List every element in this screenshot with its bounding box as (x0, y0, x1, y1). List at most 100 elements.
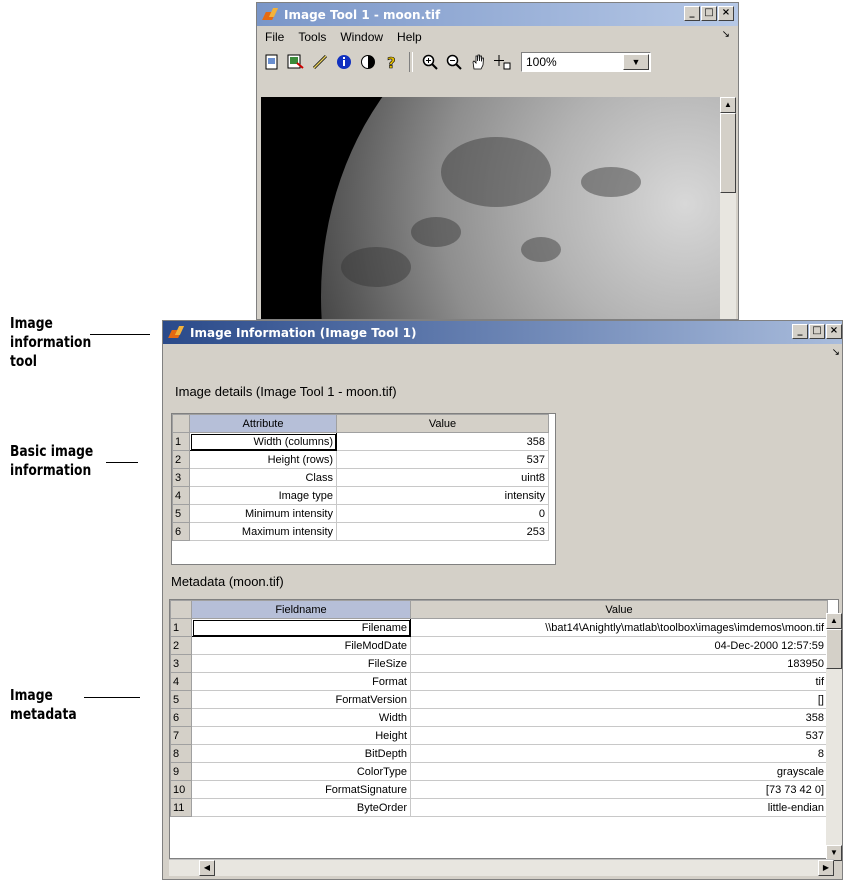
export-icon[interactable] (287, 53, 305, 71)
value-cell[interactable]: 358 (410, 708, 828, 727)
value-cell[interactable]: intensity (336, 486, 549, 505)
value-cell[interactable]: 253 (336, 522, 549, 541)
close-button[interactable]: × (718, 6, 734, 21)
table-row[interactable]: 1 Width (columns) 358 (172, 432, 549, 451)
menu-tools[interactable]: Tools (298, 30, 326, 44)
table-row[interactable]: 2 FileModDate 04-Dec-2000 12:57:59 (170, 636, 828, 655)
value-column-header[interactable]: Value (336, 414, 549, 433)
value-cell[interactable]: tif (410, 672, 828, 691)
fieldname-cell[interactable]: FormatSignature (191, 780, 411, 799)
contrast-icon[interactable] (359, 53, 377, 71)
row-number: 5 (170, 690, 192, 709)
row-number: 6 (170, 708, 192, 727)
table-row[interactable]: 6 Width 358 (170, 708, 828, 727)
fieldname-cell[interactable]: FileModDate (191, 636, 411, 655)
table-row[interactable]: 5 FormatVersion[] (170, 690, 828, 709)
table-row[interactable]: 5 Minimum intensity 0 (172, 504, 549, 523)
scroll-up-icon[interactable]: ▲ (826, 613, 842, 629)
table-row[interactable]: 4 Format tif (170, 672, 828, 691)
zoom-level-select[interactable]: 100% ▼ (521, 52, 651, 72)
chevron-down-icon[interactable]: ▼ (623, 54, 649, 70)
info-window-title: Image Information (Image Tool 1) (190, 325, 417, 340)
metadata-table[interactable]: Fieldname Value 1 Filename \\bat14\Anightl… (169, 599, 839, 859)
image-tool-titlebar[interactable]: Image Tool 1 - moon.tif _ □ × (257, 3, 738, 26)
attribute-column-header[interactable]: Attribute (189, 414, 337, 433)
attribute-cell[interactable]: Height (rows) (189, 450, 337, 469)
row-number-header (172, 414, 190, 433)
dock-arrow-icon[interactable]: ↘ (832, 347, 840, 358)
attribute-cell[interactable]: Width (columns) (189, 432, 337, 451)
menu-file[interactable]: File (265, 30, 284, 44)
maximize-button[interactable]: □ (701, 6, 717, 21)
value-cell[interactable]: 8 (410, 744, 828, 763)
minimize-button[interactable]: _ (792, 324, 808, 339)
value-cell[interactable]: [73 73 42 0] (410, 780, 828, 799)
zoom-out-icon[interactable] (445, 53, 463, 71)
value-cell[interactable]: 358 (336, 432, 549, 451)
value-cell[interactable]: 183950 (410, 654, 828, 673)
table-row[interactable]: 7 Height 537 (170, 726, 828, 745)
value-cell[interactable]: [] (410, 690, 828, 709)
fieldname-cell[interactable]: ByteOrder (191, 798, 411, 817)
scroll-up-icon[interactable]: ▲ (720, 97, 736, 113)
fieldname-cell[interactable]: Filename (191, 618, 411, 637)
fieldname-cell[interactable]: Height (191, 726, 411, 745)
image-tool-toolbar: ? 100% ▼ (257, 48, 738, 76)
fieldname-cell[interactable]: Width (191, 708, 411, 727)
value-cell[interactable]: 537 (336, 450, 549, 469)
menu-help[interactable]: Help (397, 30, 422, 44)
info-titlebar[interactable]: Image Information (Image Tool 1) _ □ × (163, 321, 842, 344)
value-cell[interactable]: 04-Dec-2000 12:57:59 (410, 636, 828, 655)
value-cell[interactable]: \\bat14\Anightly\matlab\toolbox\images\i… (410, 618, 828, 637)
measure-icon[interactable] (311, 53, 329, 71)
attribute-cell[interactable]: Maximum intensity (189, 522, 337, 541)
attribute-cell[interactable]: Image type (189, 486, 337, 505)
table-row[interactable]: 1 Filename \\bat14\Anightly\matlab\toolbox… (170, 618, 828, 637)
metadata-vertical-scrollbar[interactable]: ▲ ▼ (826, 613, 842, 861)
scroll-thumb[interactable] (720, 113, 736, 193)
help-icon[interactable]: ? (383, 53, 401, 71)
fieldname-cell[interactable]: Format (191, 672, 411, 691)
zoom-in-icon[interactable] (421, 53, 439, 71)
value-cell[interactable]: uint8 (336, 468, 549, 487)
scroll-left-icon[interactable]: ◀ (199, 860, 215, 876)
image-tool-title: Image Tool 1 - moon.tif (284, 7, 441, 22)
value-cell[interactable]: 537 (410, 726, 828, 745)
metadata-horizontal-scrollbar[interactable]: ◀ ▶ (169, 859, 834, 876)
value-column-header[interactable]: Value (410, 600, 828, 619)
pan-icon[interactable] (469, 53, 487, 71)
fieldname-cell[interactable]: FormatVersion (191, 690, 411, 709)
image-details-table[interactable]: Attribute Value 1 Width (columns) 358 2 Heig… (171, 413, 556, 565)
menu-window[interactable]: Window (340, 30, 383, 44)
new-figure-icon[interactable] (263, 53, 281, 71)
value-cell[interactable]: 0 (336, 504, 549, 523)
table-row[interactable]: 11 ByteOrder little-endian (170, 798, 828, 817)
table-row[interactable]: 3 Class uint8 (172, 468, 549, 487)
table-row[interactable]: 3 FileSize 183950 (170, 654, 828, 673)
table-row[interactable]: 8 BitDepth 8 (170, 744, 828, 763)
dock-arrow-icon[interactable]: ↘ (722, 29, 730, 40)
table-row[interactable]: 10 FormatSignature [73 73 42 0] (170, 780, 828, 799)
attribute-cell[interactable]: Class (189, 468, 337, 487)
maximize-button[interactable]: □ (809, 324, 825, 339)
pixel-region-icon[interactable] (493, 53, 511, 71)
table-row[interactable]: 2 Height (rows) 537 (172, 450, 549, 469)
scroll-thumb[interactable] (826, 629, 842, 669)
table-row[interactable]: 6 Maximum intensity 253 (172, 522, 549, 541)
image-vertical-scrollbar[interactable]: ▲ (720, 97, 736, 319)
table-row[interactable]: 4 Image type intensity (172, 486, 549, 505)
image-display[interactable] (261, 97, 721, 319)
callout-line-1: Image (10, 314, 53, 332)
fieldname-column-header[interactable]: Fieldname (191, 600, 411, 619)
close-button[interactable]: × (826, 324, 842, 339)
attribute-cell[interactable]: Minimum intensity (189, 504, 337, 523)
fieldname-cell[interactable]: FileSize (191, 654, 411, 673)
info-icon[interactable] (335, 53, 353, 71)
fieldname-cell[interactable]: BitDepth (191, 744, 411, 763)
scroll-right-icon[interactable]: ▶ (818, 860, 834, 876)
value-cell[interactable]: grayscale (410, 762, 828, 781)
fieldname-cell[interactable]: ColorType (191, 762, 411, 781)
value-cell[interactable]: little-endian (410, 798, 828, 817)
minimize-button[interactable]: _ (684, 6, 700, 21)
table-row[interactable]: 9 ColorType grayscale (170, 762, 828, 781)
